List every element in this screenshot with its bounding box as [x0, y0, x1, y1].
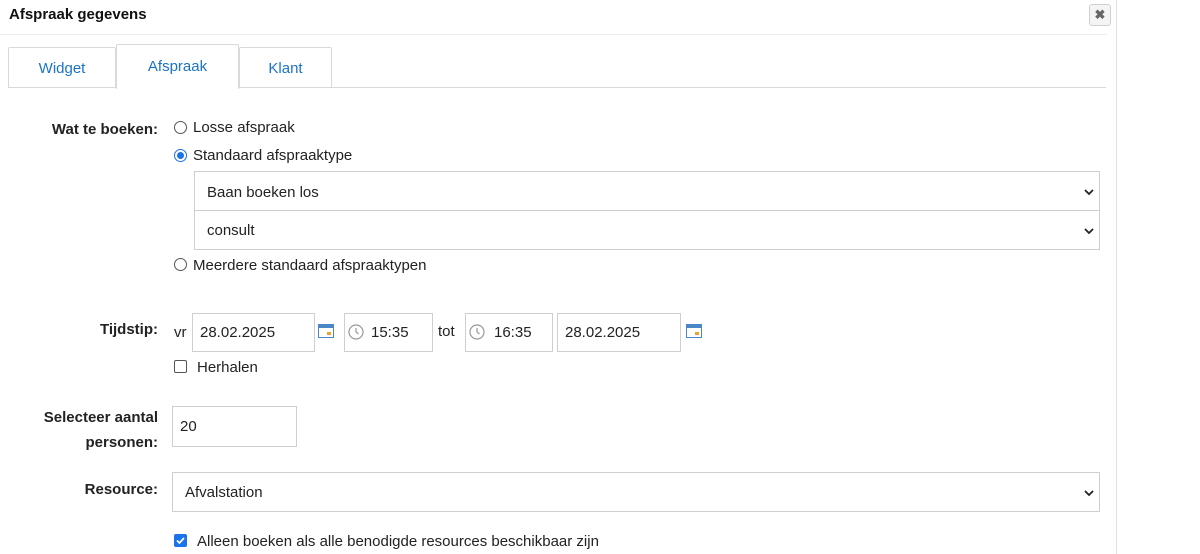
appointment-subtype-select[interactable]: consult [194, 210, 1100, 250]
end-time-input[interactable]: 16:35 [465, 313, 553, 352]
tab-label: Klant [268, 60, 303, 77]
radio-meerdere-afspraaktypen[interactable] [174, 258, 187, 271]
start-time-value: 15:35 [371, 324, 409, 341]
persons-value: 20 [180, 418, 197, 435]
persons-label: Selecteer aantal personen: [0, 405, 158, 455]
to-label: tot [438, 323, 455, 340]
persons-label-line1: Selecteer aantal [43, 409, 158, 426]
dialog-title: Afspraak gegevens [9, 6, 147, 23]
appointment-dialog: Afspraak gegevens ✖ Widget Afspraak Klan… [0, 0, 1117, 554]
start-time-input[interactable]: 15:35 [344, 313, 433, 352]
radio-label-meerdere-afspraaktypen: Meerdere standaard afspraaktypen [193, 257, 427, 274]
chevron-down-icon [1084, 490, 1094, 497]
tab-widget[interactable]: Widget [8, 47, 116, 88]
end-date-value: 28.02.2025 [565, 324, 641, 341]
only-all-resources-checkbox[interactable] [174, 534, 187, 547]
radio-label-standaard-afspraaktype: Standaard afspraaktype [193, 147, 353, 164]
repeat-checkbox[interactable] [174, 360, 187, 373]
resource-select[interactable]: Afvalstation [172, 472, 1100, 512]
calendar-icon[interactable] [318, 324, 334, 338]
radio-label-losse-afspraak: Losse afspraak [193, 119, 295, 136]
end-time-value: 16:35 [494, 324, 532, 341]
only-all-resources-label: Alleen boeken als alle benodigde resourc… [197, 533, 599, 550]
tab-klant[interactable]: Klant [239, 47, 332, 88]
radio-standaard-afspraaktype[interactable] [174, 149, 187, 162]
persons-label-line2: personen: [85, 434, 158, 451]
booking-label: Wat te boeken: [51, 121, 158, 138]
appointment-type-select[interactable]: Baan boeken los [194, 171, 1100, 211]
close-icon: ✖ [1094, 7, 1106, 22]
end-date-input[interactable]: 28.02.2025 [557, 313, 681, 352]
resource-label: Resource: [84, 481, 158, 498]
start-date-value: 28.02.2025 [200, 324, 276, 341]
weekday-label: vr [174, 324, 187, 341]
time-label: Tijdstip: [99, 321, 158, 338]
tab-label: Widget [38, 60, 86, 77]
resource-value: Afvalstation [185, 484, 263, 501]
tab-afspraak[interactable]: Afspraak [116, 44, 239, 89]
radio-losse-afspraak[interactable] [174, 121, 187, 134]
appointment-subtype-value: consult [207, 222, 255, 239]
clock-icon [348, 324, 364, 340]
check-icon [176, 537, 185, 545]
start-date-input[interactable]: 28.02.2025 [192, 313, 315, 352]
title-divider [0, 34, 1107, 35]
tab-label: Afspraak [147, 58, 208, 75]
chevron-down-icon [1084, 228, 1094, 235]
chevron-down-icon [1084, 189, 1094, 196]
appointment-type-value: Baan boeken los [207, 184, 319, 201]
close-button[interactable]: ✖ [1089, 4, 1111, 26]
persons-input[interactable]: 20 [172, 406, 297, 447]
repeat-label: Herhalen [197, 359, 258, 376]
calendar-icon[interactable] [686, 324, 702, 338]
clock-icon [469, 324, 485, 340]
